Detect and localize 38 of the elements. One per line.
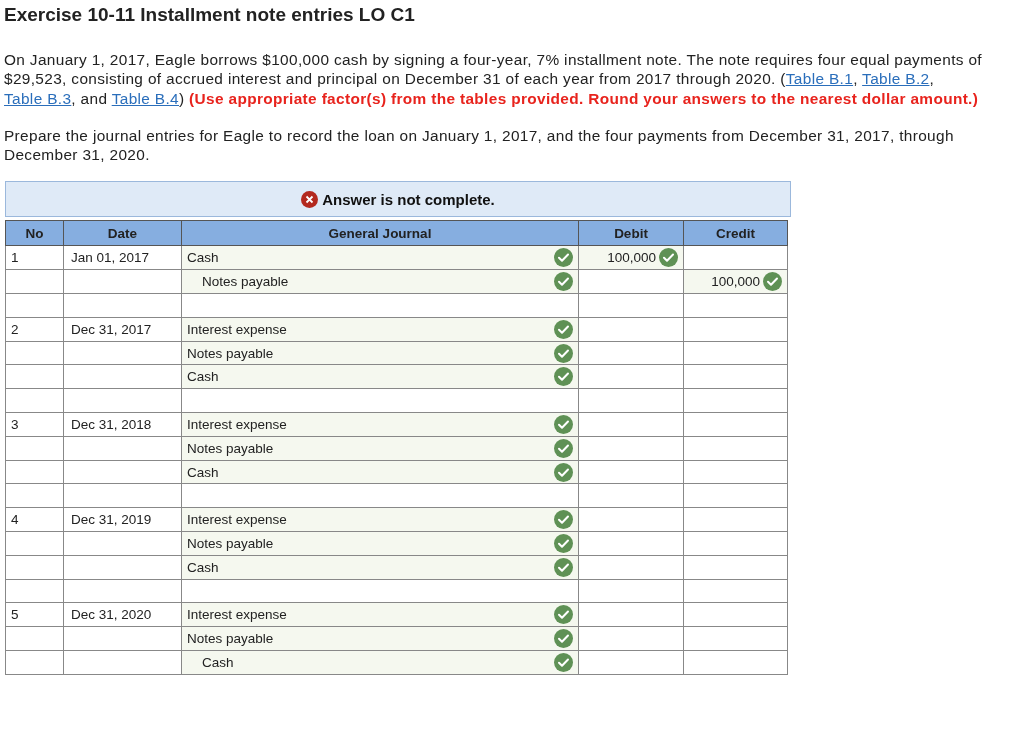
- entry-date: Dec 31, 2018: [70, 416, 152, 432]
- account-name: Notes payable: [201, 274, 289, 290]
- column-header: Credit: [683, 221, 788, 246]
- entry-date: Dec 31, 2020: [70, 607, 152, 623]
- entry-number: 2: [11, 321, 19, 337]
- account-name: Cash: [187, 559, 219, 575]
- table-link[interactable]: Table B.1: [785, 70, 854, 88]
- account-name: Cash: [187, 464, 219, 480]
- account-name: Notes payable: [187, 440, 274, 456]
- column-header: Date: [63, 221, 182, 246]
- credit-amount: 100,000: [711, 274, 760, 290]
- banner-text: Answer is not complete.: [322, 191, 495, 208]
- account-name: Interest expense: [187, 512, 287, 528]
- problem-text: On January 1, 2017, Eagle borrows $100,000 cash by signing a four-year, 7% installment note. The note requires four equal payments of $29,523, consisting of accrued interest and principal on December 31 of each year from 2017 through 2020. (Table B.1, Table B.2, Table B.3, and Table B.4) (Use appropriate factor(s) from the tables provided. Round your answers to the nearest dollar amount.): [4, 50, 983, 108]
- account-name: Interest expense: [187, 416, 287, 432]
- entry-number: 1: [11, 250, 19, 266]
- entry-number: 5: [11, 607, 19, 623]
- entry-number: 3: [11, 416, 19, 432]
- table-link[interactable]: Table B.4: [111, 89, 179, 107]
- account-name: Interest expense: [187, 607, 287, 623]
- account-name: Cash: [201, 654, 234, 670]
- entry-date: Jan 01, 2017: [70, 250, 150, 266]
- debit-amount: 100,000: [607, 250, 656, 266]
- column-header: Debit: [578, 221, 684, 246]
- account-name: Cash: [187, 250, 219, 266]
- column-header: No: [5, 221, 64, 246]
- entry-date: Dec 31, 2017: [70, 321, 152, 337]
- account-name: Interest expense: [187, 321, 287, 337]
- exercise-title: Exercise 10-11 Installment note entries LO C1: [4, 4, 416, 26]
- account-name: Notes payable: [187, 345, 274, 361]
- entry-date: Dec 31, 2019: [70, 512, 152, 528]
- account-name: Notes payable: [187, 631, 274, 647]
- entry-number: 4: [11, 512, 19, 528]
- column-header: General Journal: [181, 221, 579, 246]
- account-name: Notes payable: [187, 535, 274, 551]
- table-link[interactable]: Table B.2: [862, 70, 930, 88]
- account-name: Cash: [187, 369, 219, 385]
- instruction-text: Prepare the journal entries for Eagle to record the loan on January 1, 2017, and the four payments from December 31, 2017, through December 31, 2020.: [4, 125, 955, 165]
